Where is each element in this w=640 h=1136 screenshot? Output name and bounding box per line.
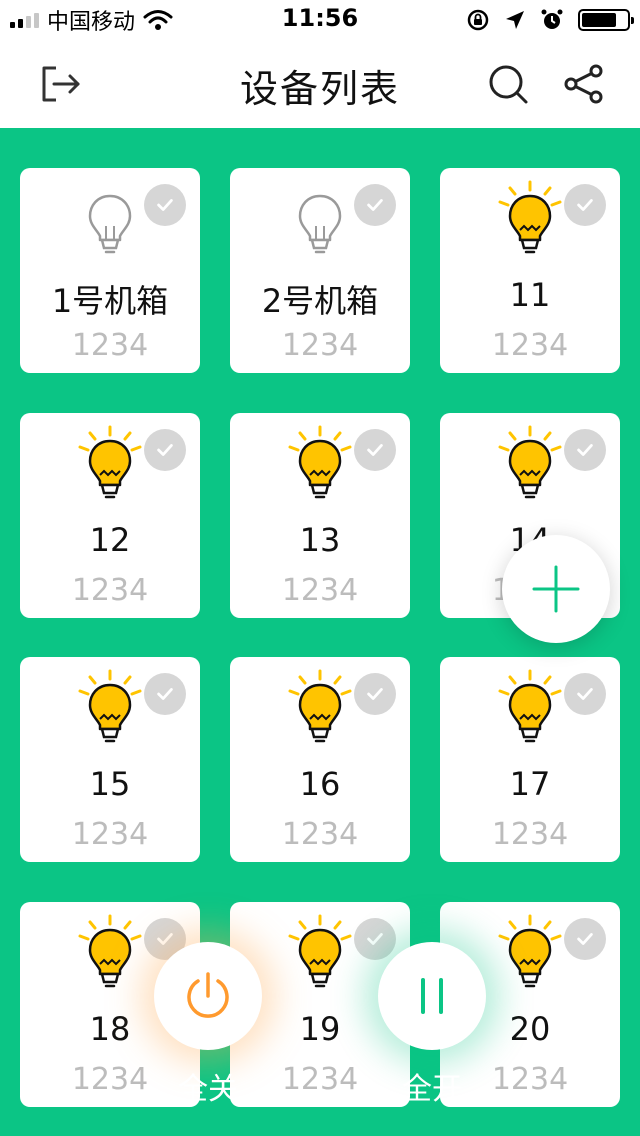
bulb-on-icon bbox=[280, 423, 360, 503]
check-icon[interactable] bbox=[564, 429, 606, 471]
all-on-label[interactable]: 全开 bbox=[378, 1064, 486, 1108]
device-card[interactable]: 13 1234 bbox=[230, 413, 410, 618]
device-code: 1234 bbox=[281, 817, 359, 852]
add-device-button[interactable] bbox=[502, 535, 610, 643]
bulb-on-icon bbox=[490, 912, 570, 992]
bulb-on-icon bbox=[280, 912, 360, 992]
device-code: 1234 bbox=[491, 817, 569, 852]
alarm-icon bbox=[541, 9, 563, 29]
device-name: 16 bbox=[299, 765, 341, 803]
check-icon[interactable] bbox=[354, 184, 396, 226]
plus-icon bbox=[532, 565, 580, 613]
device-name: 15 bbox=[89, 765, 131, 803]
check-icon[interactable] bbox=[564, 918, 606, 960]
page-title: 设备列表 bbox=[239, 67, 400, 111]
all-off-label[interactable]: 全关 bbox=[154, 1064, 262, 1108]
share-icon bbox=[564, 64, 603, 104]
device-code: 1234 bbox=[281, 573, 359, 608]
rotation-lock-icon bbox=[467, 9, 489, 31]
device-code: 1234 bbox=[491, 328, 569, 363]
device-name: 2号机箱 bbox=[261, 282, 379, 320]
location-arrow-icon bbox=[506, 11, 524, 29]
device-name: 11 bbox=[509, 276, 551, 314]
check-icon[interactable] bbox=[354, 918, 396, 960]
bulb-off-icon bbox=[280, 178, 360, 258]
device-card[interactable]: 16 1234 bbox=[230, 657, 410, 862]
device-card[interactable]: 2号机箱 1234 bbox=[230, 168, 410, 373]
status-bar: 中国移动 11:56 bbox=[0, 0, 640, 40]
bulb-on-icon bbox=[70, 667, 150, 747]
battery-icon bbox=[578, 9, 634, 31]
share-button[interactable] bbox=[560, 60, 608, 108]
device-card[interactable]: 11 1234 bbox=[440, 168, 620, 373]
device-code: 1234 bbox=[281, 328, 359, 363]
bulb-off-icon bbox=[70, 178, 150, 258]
device-card[interactable]: 1号机箱 1234 bbox=[20, 168, 200, 373]
bulb-on-icon bbox=[490, 423, 570, 503]
check-icon[interactable] bbox=[144, 673, 186, 715]
device-name: 13 bbox=[299, 521, 341, 559]
check-icon[interactable] bbox=[144, 429, 186, 471]
bulb-on-icon bbox=[490, 178, 570, 258]
all-on-button[interactable] bbox=[378, 942, 486, 1050]
device-name: 1号机箱 bbox=[51, 282, 169, 320]
bulb-on-icon bbox=[490, 667, 570, 747]
check-icon[interactable] bbox=[354, 429, 396, 471]
device-code: 1234 bbox=[71, 328, 149, 363]
bulb-on-icon bbox=[280, 667, 360, 747]
check-icon[interactable] bbox=[144, 184, 186, 226]
device-code: 1234 bbox=[71, 573, 149, 608]
bulb-on-icon bbox=[70, 912, 150, 992]
check-icon[interactable] bbox=[564, 184, 606, 226]
header: 设备列表 bbox=[0, 40, 640, 128]
device-name: 17 bbox=[509, 765, 551, 803]
search-icon bbox=[489, 65, 528, 104]
check-icon[interactable] bbox=[354, 673, 396, 715]
device-card[interactable]: 17 1234 bbox=[440, 657, 620, 862]
power-icon bbox=[187, 972, 229, 1018]
pause-icon bbox=[421, 978, 443, 1014]
search-button[interactable] bbox=[484, 60, 532, 108]
check-icon[interactable] bbox=[564, 673, 606, 715]
bulb-on-icon bbox=[70, 423, 150, 503]
all-off-button[interactable] bbox=[154, 942, 262, 1050]
device-card[interactable]: 12 1234 bbox=[20, 413, 200, 618]
device-code: 1234 bbox=[71, 817, 149, 852]
device-name: 12 bbox=[89, 521, 131, 559]
device-card[interactable]: 15 1234 bbox=[20, 657, 200, 862]
